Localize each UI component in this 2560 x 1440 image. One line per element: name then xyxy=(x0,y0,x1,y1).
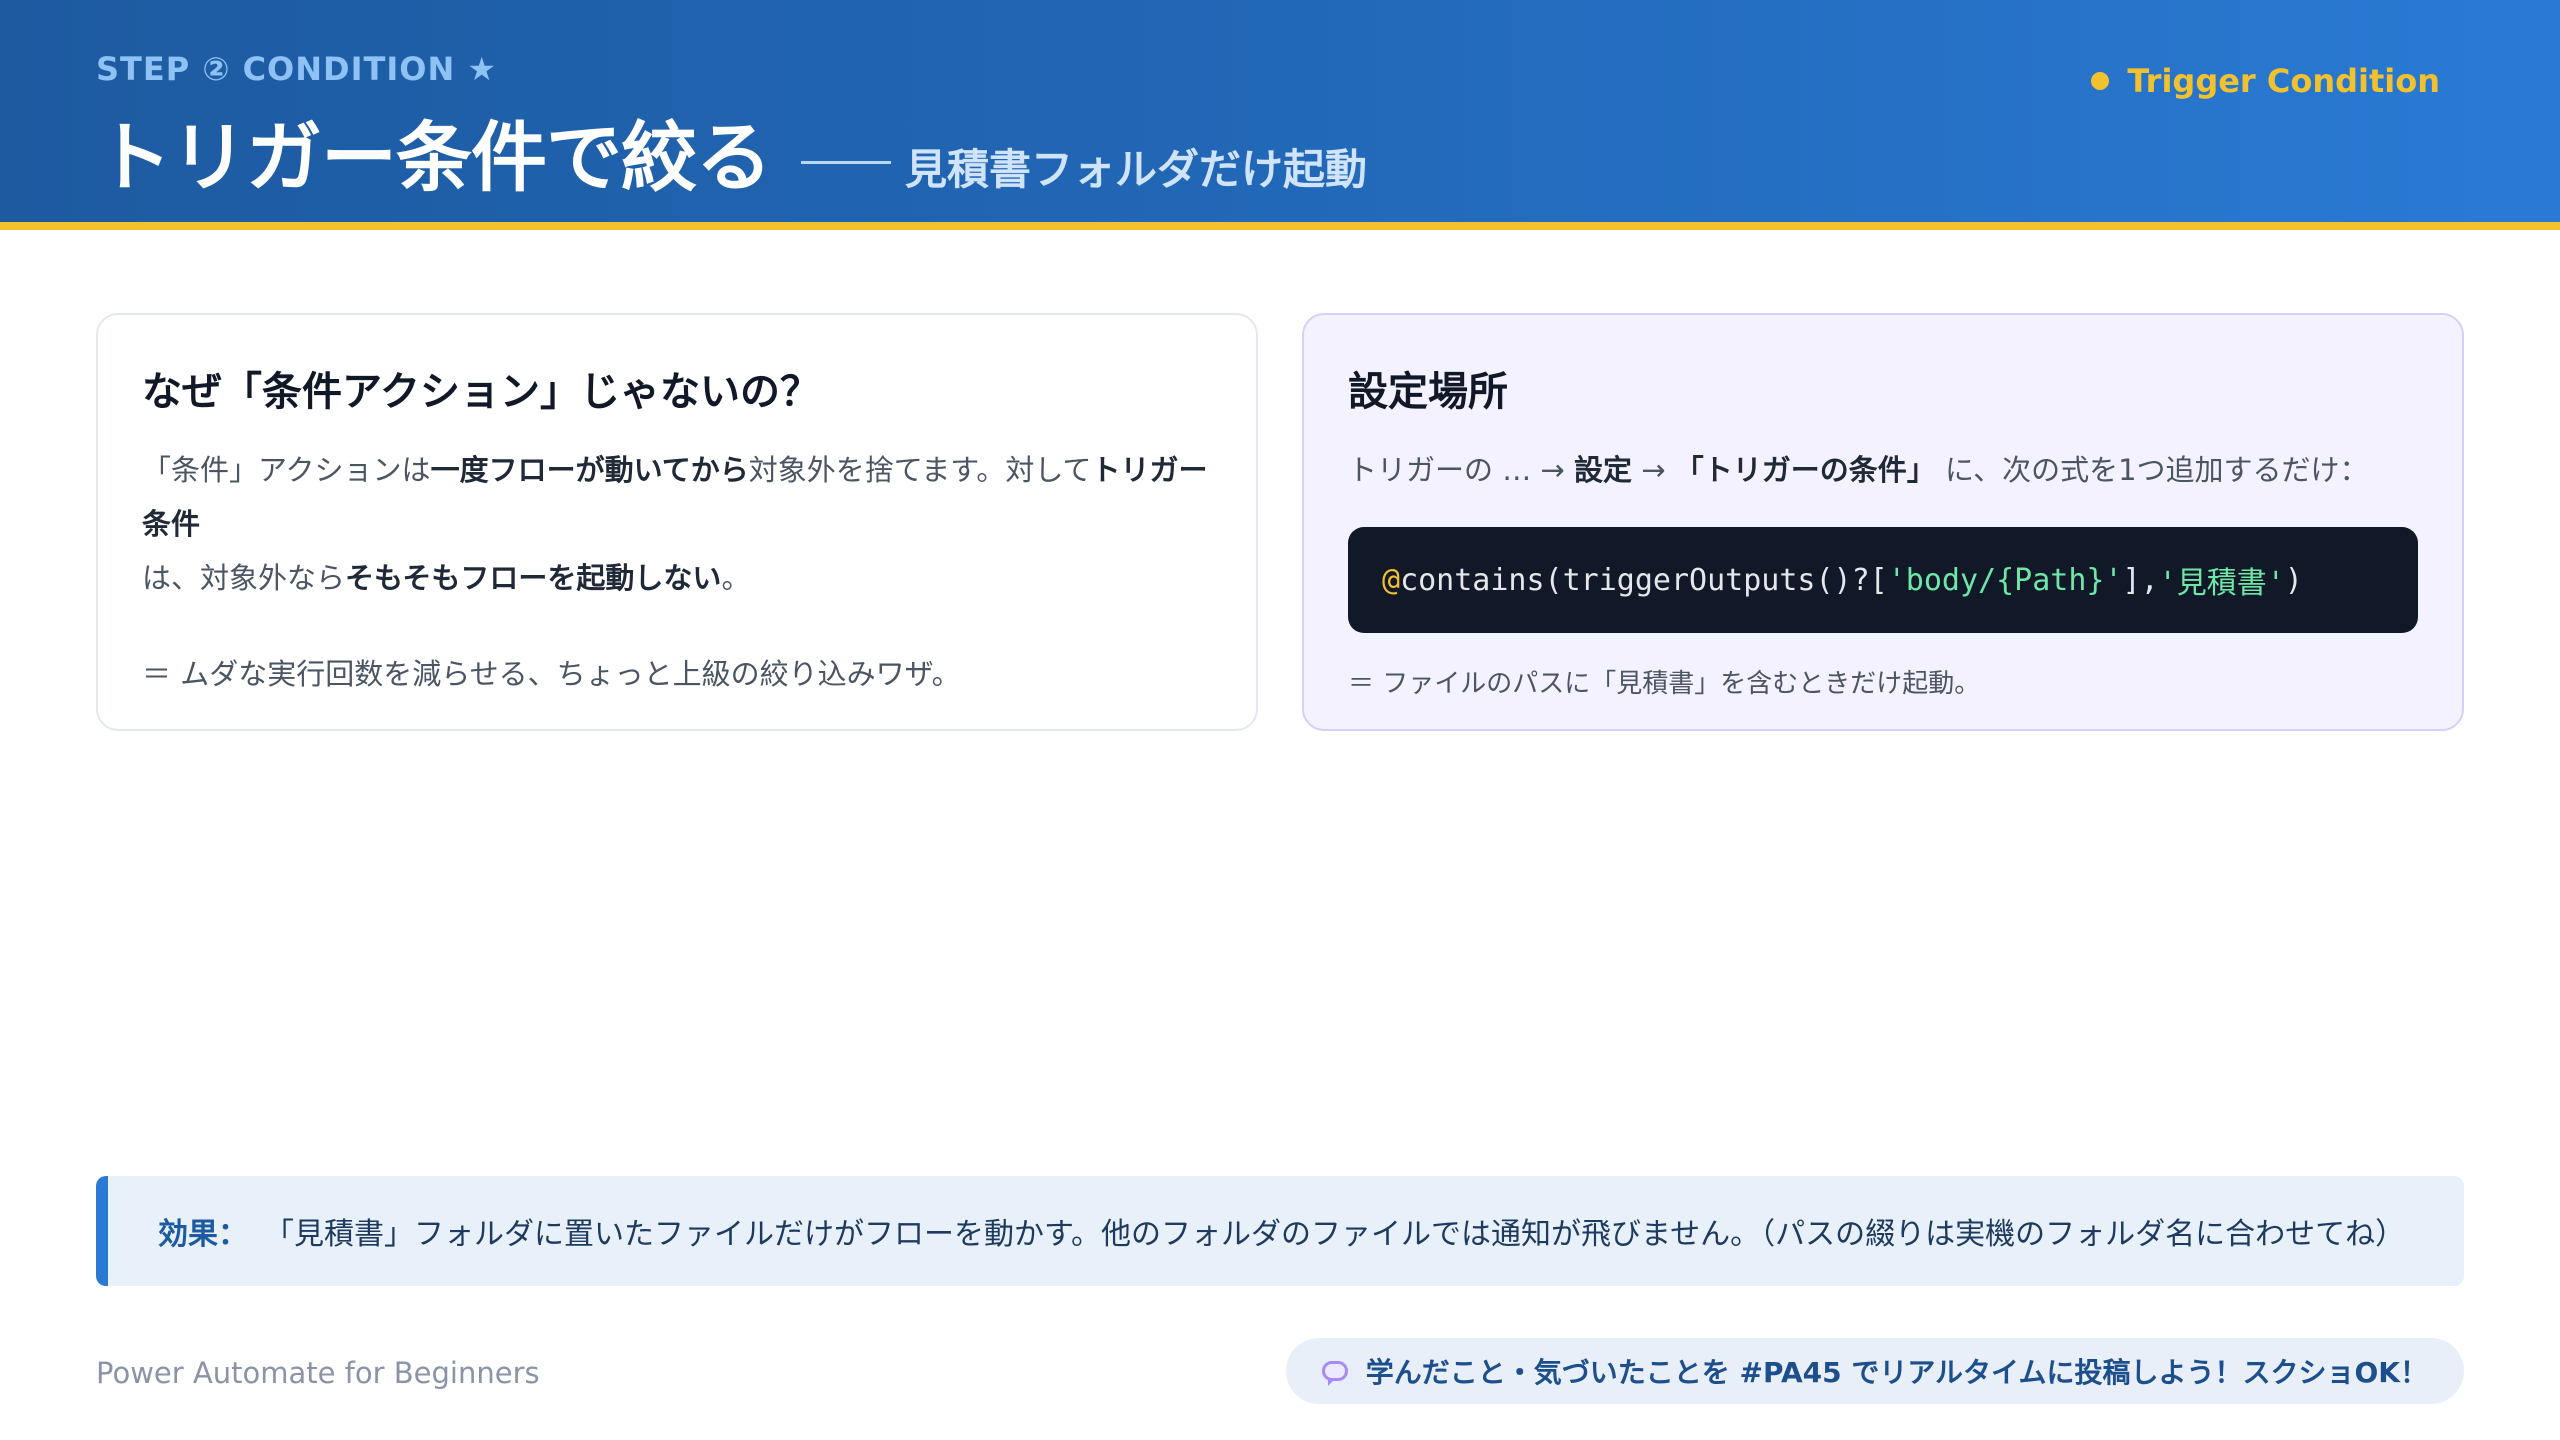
why-card-title: なぜ「条件アクション」じゃないの？ xyxy=(142,369,820,415)
settings-card-title: 設定場所 xyxy=(1348,369,1508,415)
path-arrow: → xyxy=(1631,453,1675,487)
why-card-body: 「条件」アクションは一度フローが動いてから対象外を捨てます。対してトリガー条件は… xyxy=(142,443,1212,605)
code-func: contains(triggerOutputs()?[ xyxy=(1400,562,1888,598)
header-banner: STEP ② CONDITION ★ トリガー条件で絞る 見積書フォルダだけ起動… xyxy=(0,0,2560,230)
code-at: @ xyxy=(1382,562,1401,598)
effect-label: 効果： xyxy=(158,1217,248,1252)
course-name: Power Automate for Beginners xyxy=(96,1356,540,1390)
step-label: STEP ② CONDITION ★ xyxy=(96,50,498,88)
path-settings: 設定 xyxy=(1573,453,1632,487)
dot-icon xyxy=(2091,72,2110,90)
hashtag-callout: 学んだこと・気づいたことを #PA45 でリアルタイムに投稿しよう！スクショOK… xyxy=(1285,1338,2464,1404)
page-title: トリガー条件で絞る xyxy=(96,113,772,202)
why-text-3: は、対象外なら xyxy=(142,561,346,595)
path-trigger-conditions: 「トリガーの条件」 xyxy=(1674,453,1936,487)
page-subtitle: 見積書フォルダだけ起動 xyxy=(905,145,1368,194)
code-string-path: 'body/{Path}' xyxy=(1887,562,2123,598)
expression-code-block: @ contains(triggerOutputs()?['body/{Path}… xyxy=(1348,527,2418,633)
code-close: ) xyxy=(2284,562,2303,598)
path-text-1: トリガーの … → xyxy=(1348,453,1574,487)
expression-note: ＝ ファイルのパスに「見積書」を含むときだけ起動。 xyxy=(1348,669,1981,699)
why-text-bold-1: 一度フローが動いてから xyxy=(430,453,749,487)
path-text-2: に、次の式を1つ追加するだけ： xyxy=(1935,453,2369,487)
badge-label: Trigger Condition xyxy=(2127,62,2440,100)
why-card-note: ＝ ムダな実行回数を減らせる、ちょっと上級の絞り込みワザ。 xyxy=(142,657,961,691)
trigger-condition-badge: Trigger Condition xyxy=(2091,62,2440,100)
speech-bubble-icon xyxy=(1321,1361,1348,1386)
effect-callout: 効果： 「見積書」フォルダに置いたファイルだけがフローを動かす。他のフォルダのフ… xyxy=(96,1176,2464,1286)
effect-text: 「見積書」フォルダに置いたファイルだけがフローを動かす。他のフォルダのファイルで… xyxy=(264,1217,2406,1252)
code-sep: ], xyxy=(2122,562,2159,598)
why-text-bold-3: そもそもフローを起動しない xyxy=(345,561,722,595)
why-not-condition-card: なぜ「条件アクション」じゃないの？ 「条件」アクションは一度フローが動いてから対… xyxy=(96,313,1258,731)
why-text-1: 「条件」アクションは xyxy=(142,453,431,487)
title-divider xyxy=(801,161,891,164)
hashtag-text: 学んだこと・気づいたことを #PA45 でリアルタイムに投稿しよう！スクショOK… xyxy=(1365,1356,2428,1389)
why-text-2: 対象外を捨てます。対して xyxy=(748,453,1092,487)
settings-path: トリガーの … → 設定 → 「トリガーの条件」 に、次の式を1つ追加するだけ： xyxy=(1348,443,2418,497)
code-string-keyword: '見積書' xyxy=(2158,566,2285,601)
title-row: トリガー条件で絞る 見積書フォルダだけ起動 xyxy=(96,96,1367,206)
settings-location-card: 設定場所 トリガーの … → 設定 → 「トリガーの条件」 に、次の式を1つ追加… xyxy=(1302,313,2464,731)
why-text-4: 。 xyxy=(721,561,751,595)
